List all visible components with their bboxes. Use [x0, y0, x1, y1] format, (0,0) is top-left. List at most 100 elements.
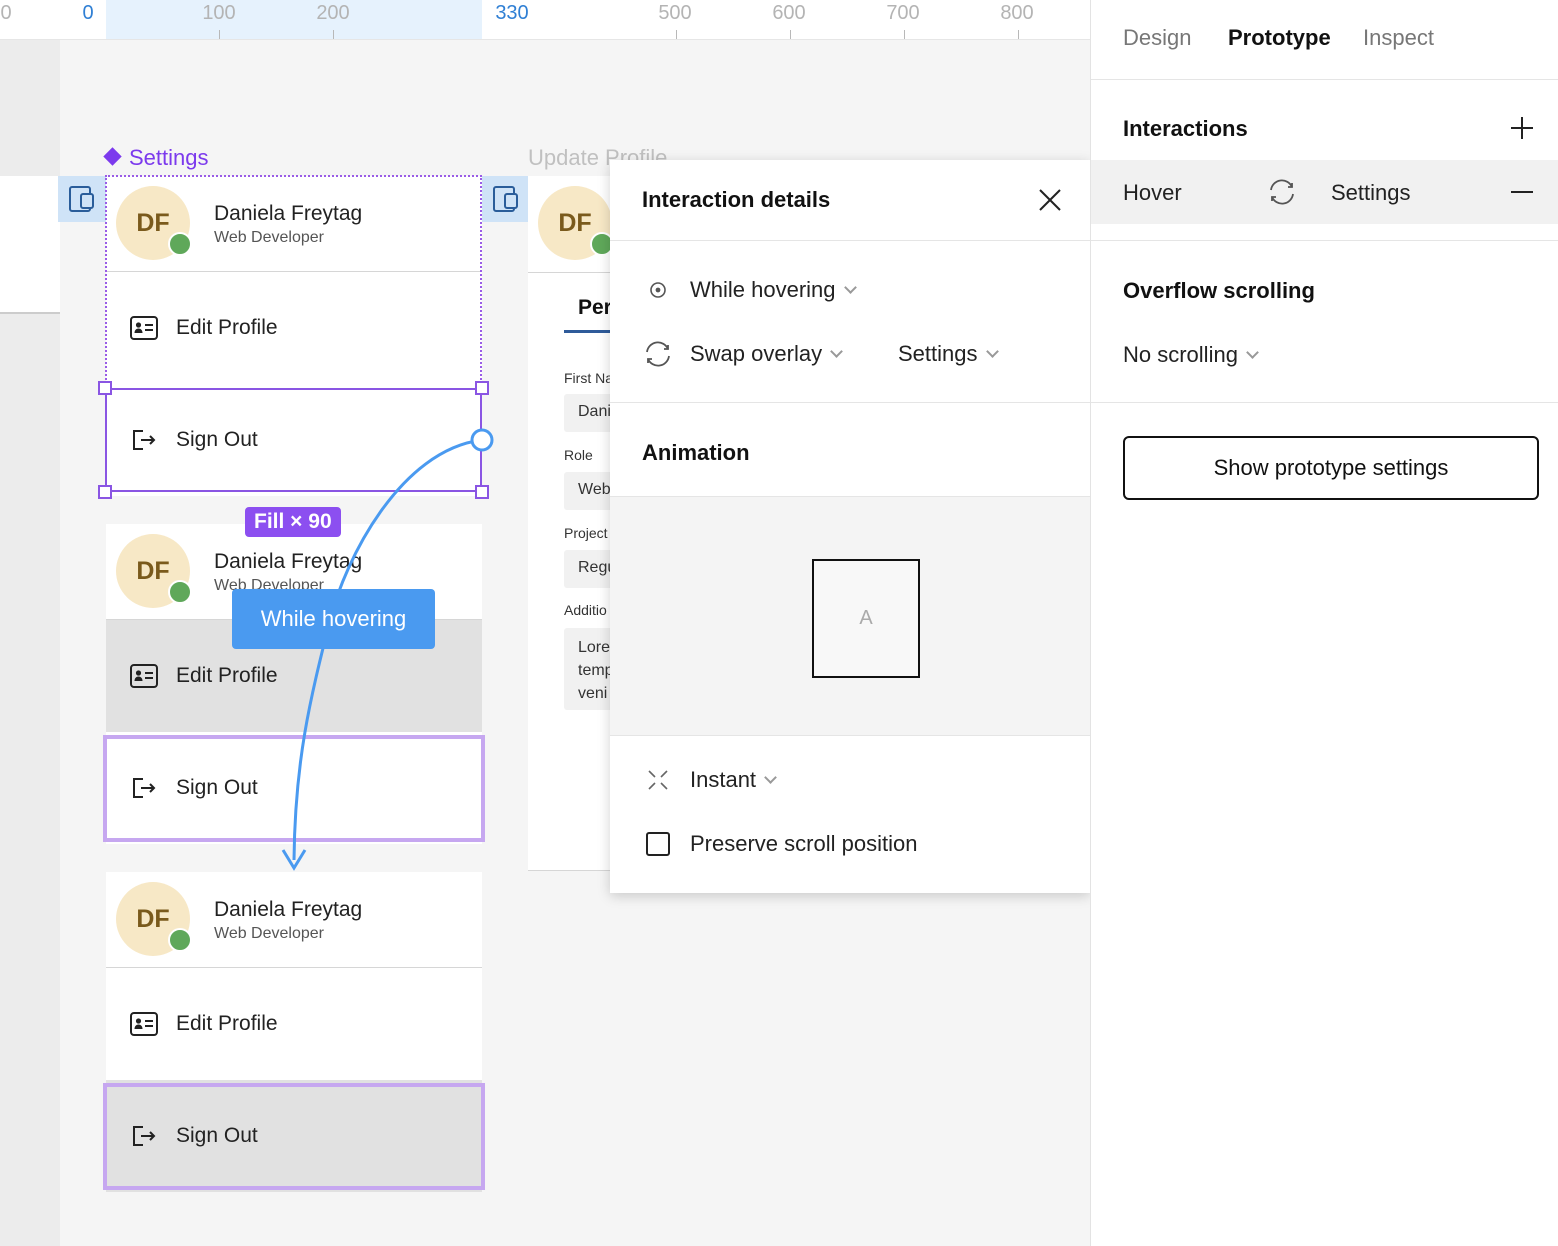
- variant-outline: [103, 1083, 485, 1190]
- ruler-tick: [676, 30, 677, 39]
- resize-handle[interactable]: [98, 381, 112, 395]
- transition-value: Instant: [690, 767, 757, 792]
- preview-frame: A: [812, 559, 920, 678]
- divider: [1091, 79, 1558, 80]
- variant-outline: [103, 735, 485, 842]
- avatar-initials: DF: [558, 208, 592, 237]
- animation-preview: A: [610, 496, 1090, 736]
- action-value: Swap overlay: [690, 341, 823, 366]
- chevron-down-icon: [985, 345, 999, 358]
- offscreen-frame[interactable]: [0, 176, 60, 314]
- close-icon[interactable]: [1038, 188, 1062, 212]
- interactions-title: Interactions: [1123, 116, 1248, 141]
- chevron-down-icon: [830, 345, 843, 358]
- ruler-tick: [790, 30, 791, 39]
- ruler-label: 100: [202, 2, 236, 24]
- profile-header: DF Daniela Freytag Web Developer: [106, 872, 482, 968]
- field-label: First Na: [564, 370, 613, 386]
- tab-design[interactable]: Design: [1123, 25, 1191, 51]
- update-profile-frame[interactable]: DF Per First Na Dani Role Web Project Re…: [528, 176, 618, 871]
- frame-label-settings[interactable]: Settings: [103, 145, 209, 171]
- modal-title: Interaction details: [642, 187, 831, 212]
- avatar: DF: [538, 186, 614, 260]
- online-status-dot: [168, 580, 192, 604]
- field-label: Project: [564, 525, 608, 541]
- device-frame-icon[interactable]: [482, 176, 530, 222]
- chevron-down-icon: [764, 771, 777, 784]
- preserve-scroll-label: Preserve scroll position: [690, 831, 918, 856]
- field-label: Role: [564, 447, 593, 463]
- destination-dropdown[interactable]: Settings: [898, 341, 999, 367]
- avatar: DF: [116, 534, 192, 608]
- overflow-title: Overflow scrolling: [1123, 278, 1315, 303]
- overflow-dropdown[interactable]: No scrolling: [1123, 342, 1259, 368]
- hover-trigger-icon: [650, 282, 666, 298]
- action-dropdown[interactable]: Swap overlay: [690, 341, 843, 367]
- user-name: Daniela Freytag: [214, 898, 363, 921]
- avatar-initials: DF: [136, 904, 170, 933]
- field-label: Additio: [564, 602, 607, 618]
- resize-handle[interactable]: [475, 485, 489, 499]
- menu-item-label: Edit Profile: [176, 664, 278, 687]
- instant-transition-icon: [648, 770, 668, 790]
- frame-label-text: Settings: [129, 145, 209, 170]
- swap-overlay-icon: [646, 341, 670, 367]
- menu-item-label: Edit Profile: [176, 1012, 278, 1035]
- ruler-tick: [219, 30, 220, 39]
- tab-personal[interactable]: Per: [578, 296, 612, 320]
- divider: [610, 240, 1090, 241]
- trigger-dropdown[interactable]: While hovering: [690, 277, 857, 303]
- animation-section-title: Animation: [642, 440, 750, 465]
- ruler-label: 0: [0, 2, 12, 24]
- horizontal-ruler: 0 0 100 200 330 500 600 700 800: [0, 0, 1090, 40]
- ruler-label-selection-start: 0: [82, 2, 94, 24]
- interaction-target: Settings: [1331, 180, 1411, 205]
- online-status-dot: [168, 928, 192, 952]
- avatar: DF: [116, 882, 192, 956]
- ruler-tick: [904, 30, 905, 39]
- show-prototype-settings-button[interactable]: Show prototype settings: [1123, 436, 1539, 500]
- selected-layer-box[interactable]: [105, 388, 482, 492]
- ruler-label: 500: [658, 2, 692, 24]
- ruler-label: 700: [886, 2, 920, 24]
- divider: [1091, 240, 1558, 241]
- trigger-value: While hovering: [690, 277, 836, 302]
- component-icon: [103, 147, 122, 166]
- ruler-label: 600: [772, 2, 806, 24]
- destination-value: Settings: [898, 341, 978, 366]
- interaction-details-modal: Interaction details While hovering Swap …: [610, 160, 1090, 893]
- divider: [528, 272, 618, 273]
- interaction-trigger: Hover: [1123, 180, 1182, 205]
- ruler-label: 800: [1000, 2, 1034, 24]
- divider: [1091, 402, 1558, 403]
- tab-inspect[interactable]: Inspect: [1363, 25, 1434, 51]
- ruler-tick: [1018, 30, 1019, 39]
- chevron-down-icon: [1246, 346, 1259, 359]
- trigger-label-badge[interactable]: While hovering: [232, 589, 435, 649]
- id-card-icon: [130, 1012, 158, 1036]
- user-name: Daniela Freytag: [214, 550, 363, 573]
- fill-size-badge: Fill × 90: [245, 507, 341, 537]
- preserve-scroll-checkbox[interactable]: [646, 832, 670, 856]
- ruler-label: 200: [316, 2, 350, 24]
- tab-prototype[interactable]: Prototype: [1228, 25, 1331, 51]
- chevron-down-icon: [843, 281, 857, 294]
- properties-panel: Design Prototype Inspect Interactions Ho…: [1090, 0, 1558, 1246]
- menu-item-edit-profile[interactable]: Edit Profile: [106, 968, 482, 1080]
- resize-handle[interactable]: [475, 381, 489, 395]
- ruler-tick: [333, 30, 334, 39]
- avatar-initials: DF: [136, 556, 170, 585]
- device-frame-icon[interactable]: [58, 176, 106, 222]
- ruler-label-selection-end: 330: [495, 2, 529, 24]
- user-role: Web Developer: [214, 925, 324, 942]
- resize-handle[interactable]: [98, 485, 112, 499]
- swap-overlay-icon: [1270, 179, 1294, 205]
- remove-interaction-icon[interactable]: [1511, 191, 1533, 193]
- interaction-row[interactable]: Hover Settings: [1091, 160, 1558, 224]
- id-card-icon: [130, 664, 158, 688]
- add-interaction-icon[interactable]: [1511, 117, 1533, 139]
- transition-dropdown[interactable]: Instant: [690, 767, 777, 793]
- divider: [610, 402, 1090, 403]
- ruler-selection: [106, 0, 482, 39]
- overflow-value: No scrolling: [1123, 342, 1238, 367]
